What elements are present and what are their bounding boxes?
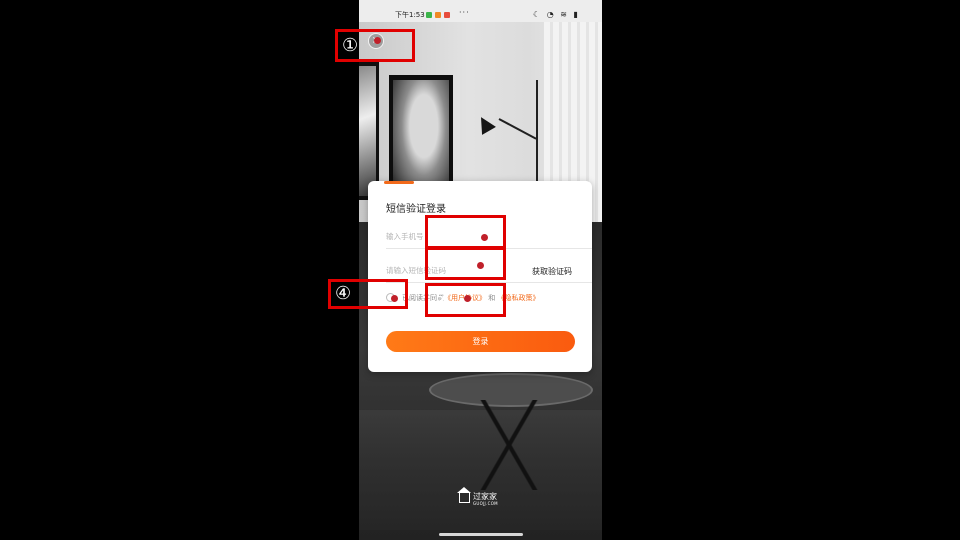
status-bar: 下午1:53 ··· ☾ ◔ ≋ ▮ [359, 0, 602, 22]
login-button[interactable]: 登录 [386, 331, 575, 352]
login-title: 短信验证登录 [386, 204, 446, 215]
more-notifications-icon: ··· [459, 8, 470, 17]
annotation-number-5: ⑤ [432, 288, 449, 309]
annotation-dot-4 [391, 295, 398, 302]
annotation-dot-5 [464, 295, 471, 302]
annotation-number-3: ③ [432, 252, 449, 273]
house-icon [457, 487, 471, 503]
background-picture-frame [359, 62, 379, 200]
card-accent-bar [384, 181, 414, 184]
annotation-dot-2 [481, 234, 488, 241]
annotation-number-4: ④ [335, 283, 352, 304]
background-table-legs [454, 400, 564, 490]
alert-notification-icon [444, 12, 450, 18]
system-status-icons: ☾ ◔ ≋ ▮ [533, 10, 580, 19]
wechat-icon [426, 12, 432, 18]
brand-domain: GUOJJ.COM [473, 501, 498, 506]
annotation-number-2: ② [432, 221, 449, 242]
annotation-dot-3 [477, 262, 484, 269]
home-indicator[interactable] [439, 533, 523, 536]
get-code-button[interactable]: 获取验证码 [532, 266, 572, 277]
annotation-number-1: ① [342, 35, 359, 56]
annotation-dot-1 [374, 37, 381, 44]
background-lamp [536, 80, 538, 190]
app-notification-icon [435, 12, 441, 18]
status-time: 下午1:53 [395, 11, 425, 19]
